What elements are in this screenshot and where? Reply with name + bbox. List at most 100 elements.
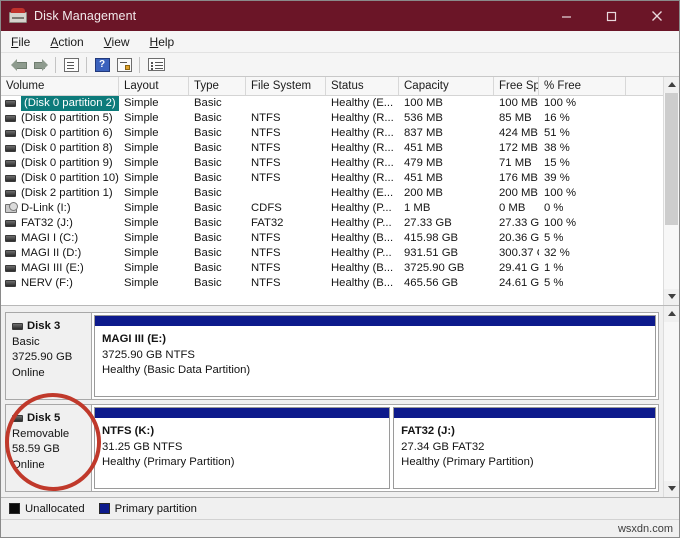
cell-volume: NERV (F:) [1,276,119,291]
disk-header[interactable]: Disk 3 Basic 3725.90 GB Online [5,312,91,400]
cell-type: Basic [194,157,222,169]
hard-disk-icon [5,115,16,122]
partition-block[interactable]: MAGI III (E:) 3725.90 GB NTFS Healthy (Bas… [94,315,656,397]
table-row[interactable]: (Disk 0 partition 9) Simple Basic NTFS Healt… [1,156,663,171]
column-header-status[interactable]: Status [326,77,399,95]
legend-item: Unallocated [9,503,85,515]
show-hide-console-tree-icon[interactable] [60,55,82,75]
help-icon[interactable]: ? [91,55,113,75]
table-row[interactable]: (Disk 0 partition 8) Simple Basic NTFS Healt… [1,141,663,156]
disk-row: Disk 3 Basic 3725.90 GB Online MAGI III (E:)… [5,312,659,400]
table-row[interactable]: (Disk 0 partition 2) Simple Basic Healthy (… [1,96,663,111]
table-row[interactable]: (Disk 0 partition 6) Simple Basic NTFS Healt… [1,126,663,141]
volume-list-header: Volume Layout Type File System Status Capacit… [1,77,663,96]
hard-disk-icon [5,265,16,272]
scrollbar-track[interactable] [664,93,679,289]
cell-status: Healthy (P... [331,202,392,214]
column-header-volume[interactable]: Volume [1,77,119,95]
partition-name: NTFS (K:) [102,425,155,437]
scroll-up-button[interactable] [664,77,679,93]
properties-icon[interactable] [113,55,135,75]
hard-disk-icon [5,160,16,167]
table-row[interactable]: MAGI II (D:) Simple Basic NTFS Healthy (P...… [1,246,663,261]
column-header--free[interactable]: % Free [539,77,626,95]
column-header-type[interactable]: Type [189,77,246,95]
menu-help[interactable]: Help [148,35,185,49]
cell-status: Healthy (R... [331,112,394,124]
cell-status: Healthy (R... [331,142,394,154]
volume-label: NERV (F:) [21,277,73,289]
partition-legend: Unallocated Primary partition [1,497,679,519]
cell-percent-free: 51 % [544,127,570,139]
partition-color-bar [95,408,390,419]
column-header-layout[interactable]: Layout [119,77,189,95]
cell-capacity: 3725.90 GB [404,262,465,274]
partition-block[interactable]: NTFS (K:) 31.25 GB NTFS Healthy (Primary P… [94,407,391,489]
hard-disk-icon [12,323,23,331]
cell-volume: (Disk 0 partition 9) [1,156,119,171]
partition-container: NTFS (K:) 31.25 GB NTFS Healthy (Primary P… [91,404,659,492]
cell-type: Basic [194,142,222,154]
column-header-file-system[interactable]: File System [246,77,326,95]
minimize-button[interactable] [544,1,589,31]
cell-file-system: NTFS [251,142,281,154]
cell-status: Healthy (B... [331,232,394,244]
forward-arrow-icon[interactable] [29,55,51,75]
menu-view[interactable]: View [102,35,140,49]
scrollbar-thumb[interactable] [665,93,678,225]
volume-list-rows: (Disk 0 partition 2) Simple Basic Healthy (… [1,96,663,291]
column-header-capacity[interactable]: Capacity [399,77,494,95]
close-button[interactable] [634,1,679,31]
menu-bar: File Action View Help [1,31,679,53]
table-row[interactable]: MAGI I (C:) Simple Basic NTFS Healthy (B... 4… [1,231,663,246]
volume-label: MAGI I (C:) [21,232,79,244]
cell-file-system: NTFS [251,247,281,259]
cell-percent-free: 1 % [544,262,564,274]
table-row[interactable]: (Disk 2 partition 1) Simple Basic Healthy (… [1,186,663,201]
table-row[interactable]: (Disk 0 partition 10) Simple Basic NTFS Heal… [1,171,663,186]
table-row[interactable]: FAT32 (J:) Simple Basic FAT32 Healthy (P... 2… [1,216,663,231]
column-header-blank[interactable] [626,77,663,95]
cell-type: Basic [194,172,222,184]
cell-file-system: NTFS [251,232,281,244]
cell-layout: Simple [124,127,159,139]
disk-scroll-down-button[interactable] [664,481,679,497]
list-view-icon[interactable] [144,55,168,75]
table-row[interactable]: (Disk 0 partition 5) Simple Basic NTFS Healt… [1,111,663,126]
table-row[interactable]: NERV (F:) Simple Basic NTFS Healthy (B... 465… [1,276,663,291]
volume-label: MAGI III (E:) [21,262,84,274]
partition-info: FAT32 (J:) 27.34 GB FAT32 Healthy (Primary… [394,419,655,471]
disk-scroll-up-button[interactable] [664,306,679,322]
partition-name: FAT32 (J:) [401,425,455,437]
disk-panel-scrollbar[interactable] [663,306,679,497]
cell-layout: Simple [124,172,159,184]
hard-disk-icon [5,100,16,107]
volume-list-scrollbar[interactable] [663,77,679,305]
disk-size: 3725.90 GB [12,351,73,363]
disk-scrollbar-track[interactable] [664,322,679,481]
disk-state: Online [12,366,45,379]
volume-label: (Disk 0 partition 6) [21,127,113,139]
menu-file[interactable]: File [9,35,40,49]
cell-status: Healthy (R... [331,127,394,139]
table-row[interactable]: MAGI III (E:) Simple Basic NTFS Healthy (B..… [1,261,663,276]
cell-file-system: FAT32 [251,217,284,229]
back-arrow-icon[interactable] [7,55,29,75]
cell-free-space: 424 MB [499,127,538,139]
cell-percent-free: 100 % [544,97,577,109]
maximize-button[interactable] [589,1,634,31]
hard-disk-icon [5,235,16,242]
disk-header[interactable]: Disk 5 Removable 58.59 GB Online [5,404,91,492]
table-row[interactable]: D-Link (I:) Simple Basic CDFS Healthy (P... 1… [1,201,663,216]
partition-info: NTFS (K:) 31.25 GB NTFS Healthy (Primary P… [95,419,389,471]
menu-file-rest: ile [18,34,31,49]
scroll-down-button[interactable] [664,289,679,305]
cell-percent-free: 5 % [544,232,564,244]
column-header-free-spa[interactable]: Free Spa... [494,77,539,95]
partition-block[interactable]: FAT32 (J:) 27.34 GB FAT32 Healthy (Primary… [393,407,656,489]
cell-capacity: 100 MB [404,97,443,109]
partition-size-fs: 3725.90 GB NTFS [102,348,195,361]
menu-action[interactable]: Action [48,35,93,49]
disk-rows: Disk 3 Basic 3725.90 GB Online MAGI III (E:)… [1,306,663,497]
legend-label: Primary partition [114,502,197,515]
